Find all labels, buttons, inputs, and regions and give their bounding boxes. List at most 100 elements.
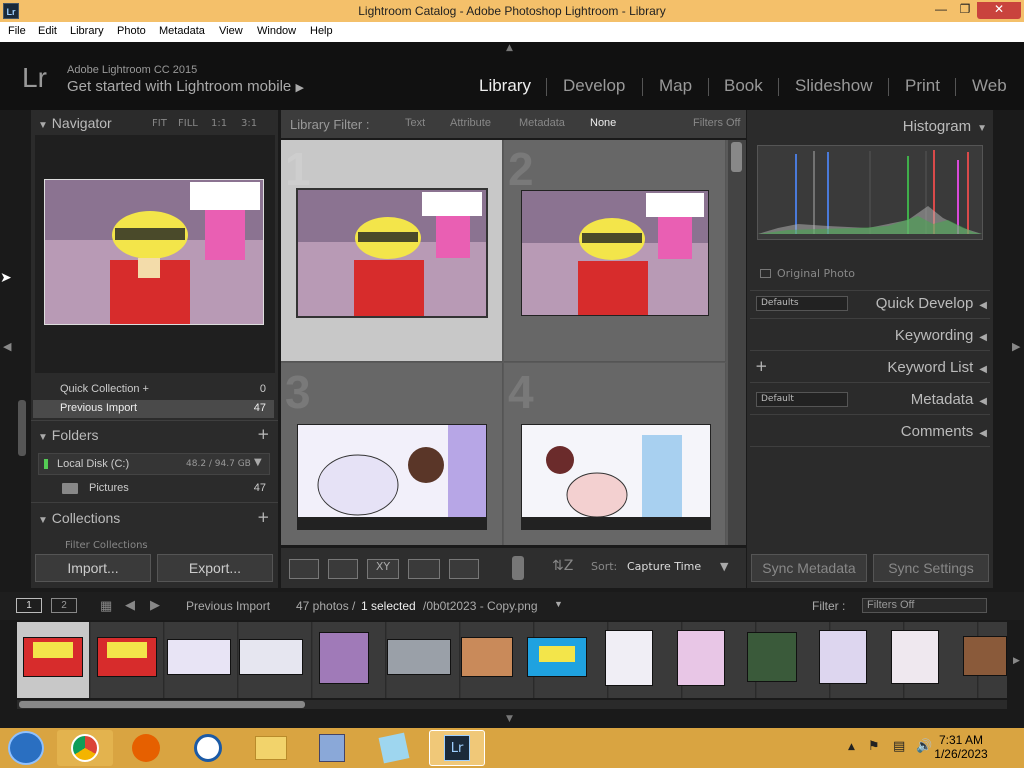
zoom-1-1[interactable]: 1:1 bbox=[211, 118, 227, 129]
filmstrip-cell[interactable] bbox=[963, 622, 1007, 698]
module-map[interactable]: Map bbox=[659, 76, 692, 96]
left-panel-toggle-icon[interactable]: ◀ bbox=[3, 340, 11, 353]
volume-bar[interactable]: Local Disk (C:) 48.2 / 94.7 GB ▼ bbox=[38, 453, 270, 475]
secondary-window-button[interactable]: 2 bbox=[51, 598, 77, 613]
filmstrip-cell[interactable] bbox=[527, 622, 608, 698]
navigator-header[interactable]: ▼ Navigator bbox=[38, 115, 112, 131]
survey-view-icon[interactable] bbox=[408, 559, 440, 579]
sort-dropdown[interactable]: Capture Time bbox=[627, 560, 701, 573]
grid-cell[interactable]: 3 bbox=[281, 363, 503, 545]
compare-view-icon[interactable]: XY bbox=[367, 559, 399, 579]
sort-direction-icon[interactable]: ⇅Z bbox=[552, 558, 573, 574]
menu-help[interactable]: Help bbox=[310, 25, 333, 37]
add-collection-icon[interactable]: + bbox=[257, 508, 270, 526]
metadata-preset[interactable]: Default bbox=[756, 392, 848, 407]
grid-icon[interactable]: ▦ bbox=[100, 598, 112, 614]
filmstrip-cell[interactable] bbox=[91, 622, 164, 698]
firefox-taskbar-icon[interactable] bbox=[118, 730, 174, 766]
module-develop[interactable]: Develop bbox=[563, 76, 625, 96]
filter-status[interactable]: Filters Off bbox=[693, 117, 740, 129]
menu-file[interactable]: File bbox=[8, 25, 26, 37]
add-folder-icon[interactable]: + bbox=[257, 425, 270, 443]
back-arrow-icon[interactable]: ◀ bbox=[125, 597, 135, 613]
top-panel-toggle-icon[interactable]: ▲ bbox=[506, 43, 513, 53]
filmstrip-cell[interactable] bbox=[387, 622, 460, 698]
grid-cell-selected[interactable]: 1 bbox=[281, 140, 503, 362]
bottom-panel-toggle-icon[interactable]: ▼ bbox=[506, 714, 513, 724]
grid-cell[interactable]: 4 bbox=[504, 363, 726, 545]
filmstrip-source[interactable]: Previous Import bbox=[186, 599, 270, 613]
zoom-3-1[interactable]: 3:1 bbox=[241, 118, 257, 129]
action-center-flag-icon[interactable]: ⚑ bbox=[868, 739, 880, 754]
lightroom-taskbar-icon[interactable]: Lr bbox=[429, 730, 485, 766]
obama-taskbar-icon[interactable] bbox=[180, 730, 236, 766]
module-library[interactable]: Library bbox=[479, 76, 531, 96]
close-button[interactable]: ✕ bbox=[977, 2, 1021, 19]
metadata-header[interactable]: Metadata ◀ bbox=[911, 391, 987, 408]
keyword-list-header[interactable]: Keyword List ◀ bbox=[887, 359, 987, 376]
sync-settings-button[interactable]: Sync Settings bbox=[873, 554, 989, 582]
zoom-fill[interactable]: FILL bbox=[178, 118, 198, 129]
menu-edit[interactable]: Edit bbox=[38, 25, 57, 37]
filter-attribute[interactable]: Attribute bbox=[450, 117, 491, 129]
grid-view-icon[interactable] bbox=[289, 559, 319, 579]
right-panel-toggle-icon[interactable]: ▶ bbox=[1012, 340, 1020, 353]
quick-develop-preset[interactable]: Defaults bbox=[756, 296, 848, 311]
restore-button[interactable]: ❐ bbox=[952, 2, 978, 19]
chrome-taskbar-icon[interactable] bbox=[57, 730, 113, 766]
zoom-fit[interactable]: FIT bbox=[152, 118, 167, 129]
keywording-header[interactable]: Keywording ◀ bbox=[895, 327, 987, 344]
grid-scrollbar[interactable] bbox=[728, 140, 746, 545]
menu-library[interactable]: Library bbox=[70, 25, 104, 37]
filmstrip-filter-dropdown[interactable]: Filters Off bbox=[862, 598, 987, 613]
system-clock[interactable]: 7:31 AM 1/26/2023 bbox=[930, 733, 992, 761]
histogram-header[interactable]: Histogram ▼ bbox=[903, 118, 987, 135]
filmstrip-cell[interactable] bbox=[461, 622, 534, 698]
filmstrip-right-arrow-icon[interactable]: ▶ bbox=[1013, 656, 1020, 666]
previous-import-row[interactable]: Previous Import 47 bbox=[33, 400, 274, 418]
painter-spray-icon[interactable] bbox=[512, 556, 524, 580]
winrar-taskbar-icon[interactable] bbox=[304, 730, 360, 766]
menu-metadata[interactable]: Metadata bbox=[159, 25, 205, 37]
quick-collection-row[interactable]: Quick Collection + 0 bbox=[33, 381, 274, 399]
filename-dropdown-icon[interactable]: ▼ bbox=[554, 599, 563, 609]
menu-window[interactable]: Window bbox=[257, 25, 296, 37]
module-web[interactable]: Web bbox=[972, 76, 1007, 96]
filmstrip-cell[interactable] bbox=[313, 622, 386, 698]
mobile-promo-link[interactable]: Get started with Lightroom mobile ▶ bbox=[67, 78, 304, 95]
file-explorer-taskbar-icon[interactable] bbox=[243, 730, 299, 766]
filmstrip-scroll-thumb[interactable] bbox=[19, 701, 305, 708]
filmstrip-scrollbar[interactable] bbox=[17, 700, 1007, 709]
sync-metadata-button[interactable]: Sync Metadata bbox=[751, 554, 867, 582]
filmstrip-cell[interactable] bbox=[239, 622, 312, 698]
filter-none[interactable]: None bbox=[590, 117, 616, 129]
show-hidden-icons-icon[interactable]: ▲ bbox=[848, 742, 855, 752]
module-print[interactable]: Print bbox=[905, 76, 940, 96]
collections-header[interactable]: ▼ Collections bbox=[38, 510, 120, 526]
grid-cell[interactable]: 2 bbox=[504, 140, 726, 362]
menu-view[interactable]: View bbox=[219, 25, 243, 37]
filmstrip-cell[interactable] bbox=[605, 622, 682, 698]
original-photo-checkbox[interactable] bbox=[760, 269, 771, 278]
filmstrip-cell-selected[interactable] bbox=[17, 622, 90, 698]
filter-metadata[interactable]: Metadata bbox=[519, 117, 565, 129]
menu-photo[interactable]: Photo bbox=[117, 25, 146, 37]
module-book[interactable]: Book bbox=[724, 76, 763, 96]
primary-window-button[interactable]: 1 bbox=[16, 598, 42, 613]
notepad-taskbar-icon[interactable] bbox=[366, 730, 422, 766]
import-button[interactable]: Import... bbox=[35, 554, 151, 582]
comments-header[interactable]: Comments ◀ bbox=[901, 423, 987, 440]
filter-text[interactable]: Text bbox=[405, 117, 425, 129]
quick-develop-header[interactable]: Quick Develop ◀ bbox=[876, 295, 987, 312]
grid-scroll-thumb[interactable] bbox=[731, 142, 742, 172]
add-keyword-icon[interactable]: + bbox=[755, 357, 768, 375]
module-slideshow[interactable]: Slideshow bbox=[795, 76, 873, 96]
people-view-icon[interactable] bbox=[449, 559, 479, 579]
folders-header[interactable]: ▼ Folders bbox=[38, 427, 98, 443]
loupe-view-icon[interactable] bbox=[328, 559, 358, 579]
toolbar-menu-arrow-icon[interactable]: ▼ bbox=[720, 560, 728, 573]
folder-row[interactable]: Pictures 47 bbox=[33, 480, 274, 498]
filmstrip-cell[interactable] bbox=[677, 622, 756, 698]
left-panel-scrollbar[interactable] bbox=[18, 400, 26, 456]
forward-arrow-icon[interactable]: ▶ bbox=[150, 597, 160, 613]
